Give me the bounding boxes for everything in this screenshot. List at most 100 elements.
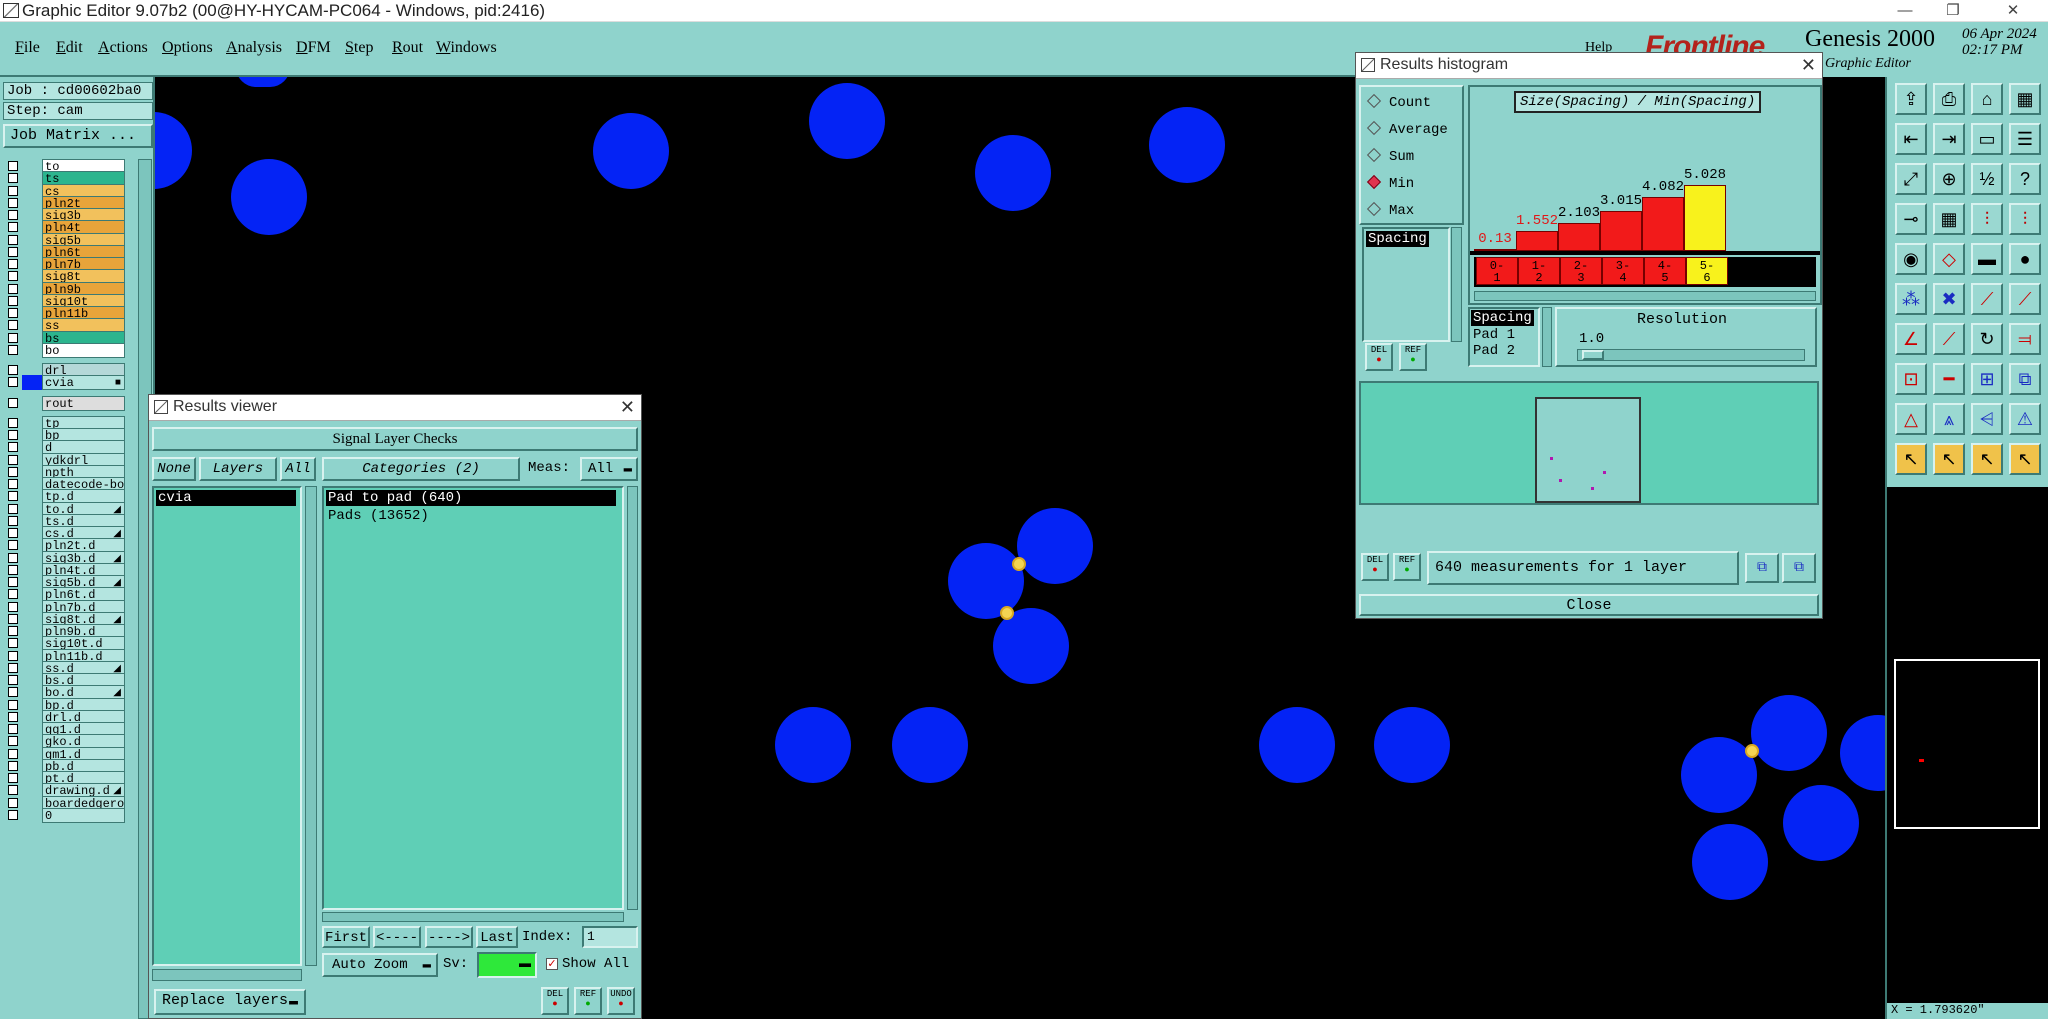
rotate-icon[interactable]: ↻ bbox=[1971, 323, 2003, 355]
layer-checkbox[interactable] bbox=[8, 760, 18, 771]
layer-checkbox[interactable] bbox=[8, 173, 18, 184]
layer-name[interactable]: rout bbox=[42, 395, 125, 411]
layer-checkbox[interactable] bbox=[8, 613, 18, 624]
layer-checkbox[interactable] bbox=[8, 515, 18, 526]
menu-analysis[interactable]: Analysis bbox=[226, 39, 282, 57]
layer-color-swatch[interactable] bbox=[22, 395, 42, 411]
layer-checkbox[interactable] bbox=[8, 259, 18, 269]
panel-icon[interactable]: ▭ bbox=[1971, 123, 2003, 155]
ref-button[interactable]: REF ● bbox=[1399, 343, 1427, 371]
measure-icon[interactable]: ⊸ bbox=[1895, 203, 1927, 235]
help-icon[interactable]: ? bbox=[2009, 163, 2041, 195]
layer-checkbox[interactable] bbox=[8, 442, 18, 453]
job-matrix-button[interactable]: Job Matrix ... bbox=[3, 124, 153, 148]
layer-checkbox[interactable] bbox=[8, 365, 18, 375]
layer-checkbox[interactable] bbox=[8, 417, 18, 428]
layer-list-scrollbar[interactable] bbox=[1451, 227, 1462, 342]
minimize-icon[interactable]: — bbox=[1882, 0, 1928, 22]
connect-icon[interactable]: ⟋ bbox=[1971, 283, 2003, 315]
layer-checkbox[interactable] bbox=[8, 397, 18, 408]
shape-icon[interactable]: ◇ bbox=[1933, 243, 1965, 275]
layers-button[interactable]: Layers bbox=[199, 457, 277, 481]
attribute-list[interactable]: Spacing Pad 1 Pad 2 bbox=[1468, 307, 1540, 367]
select-box-icon[interactable]: ↖ bbox=[1971, 443, 2003, 475]
copy-icon[interactable]: ⧉ bbox=[2009, 363, 2041, 395]
box-icon[interactable]: ⊞ bbox=[1971, 363, 2003, 395]
layer-checkbox[interactable] bbox=[8, 736, 18, 747]
histogram-bar[interactable] bbox=[1600, 211, 1642, 251]
layer-checkbox[interactable] bbox=[8, 491, 18, 502]
node-icon[interactable]: ⁂ bbox=[1895, 283, 1927, 315]
min-option[interactable]: Min bbox=[1366, 174, 1414, 192]
index-input[interactable]: 1 bbox=[582, 926, 638, 948]
layer-checkbox[interactable] bbox=[8, 748, 18, 759]
del-button[interactable]: DEL ● bbox=[541, 987, 569, 1015]
layer-checkbox[interactable] bbox=[8, 308, 18, 318]
list-item[interactable]: Pad 2 bbox=[1470, 343, 1538, 359]
zoom-dropdown[interactable]: Auto Zoom ▬ bbox=[322, 953, 438, 977]
undo-button[interactable]: UNDO ● bbox=[607, 987, 635, 1015]
layer-checkbox[interactable] bbox=[8, 283, 18, 294]
sv-color-dropdown[interactable]: ▬ bbox=[477, 952, 537, 978]
menu-windows[interactable]: Windows bbox=[436, 39, 497, 57]
histogram-bar[interactable] bbox=[1642, 197, 1684, 251]
gate-icon[interactable]: ⩤ bbox=[1971, 403, 2003, 435]
close-icon[interactable]: ✕ bbox=[1801, 53, 1816, 77]
layer-checkbox[interactable] bbox=[8, 785, 18, 796]
overview-window[interactable] bbox=[1894, 659, 2040, 829]
export-icon[interactable]: ⇥ bbox=[1933, 123, 1965, 155]
sum-option[interactable]: Sum bbox=[1366, 147, 1414, 165]
layout-icon[interactable]: ▦ bbox=[2009, 83, 2041, 115]
arrow-up-icon[interactable]: ⩓ bbox=[1933, 403, 1965, 435]
ref-button[interactable]: REF ● bbox=[1393, 553, 1421, 581]
layer-checkbox[interactable] bbox=[8, 675, 18, 685]
histogram-category-label[interactable]: 3- 4 bbox=[1602, 257, 1644, 285]
first-button[interactable]: First bbox=[322, 926, 370, 948]
layer-checkbox[interactable] bbox=[8, 687, 18, 698]
layer-checkbox[interactable] bbox=[8, 197, 18, 208]
move-icon[interactable]: ⊡ bbox=[1895, 363, 1927, 395]
angle-icon[interactable]: ∠ bbox=[1895, 323, 1927, 355]
layer-checkbox[interactable] bbox=[8, 711, 18, 722]
layer-checkbox[interactable] bbox=[8, 503, 18, 514]
histogram-bar[interactable] bbox=[1558, 223, 1600, 251]
scale-icon[interactable]: ½ bbox=[1971, 163, 2003, 195]
list-item[interactable]: Pad 1 bbox=[1470, 327, 1538, 343]
layer-row[interactable]: bo bbox=[2, 342, 125, 358]
menu-dfm[interactable]: DFM bbox=[296, 39, 331, 57]
fit-icon[interactable]: ⤢ bbox=[1895, 163, 1927, 195]
layer-checkbox[interactable] bbox=[8, 773, 18, 783]
layer-checkbox[interactable] bbox=[8, 699, 18, 710]
layer-color-swatch[interactable] bbox=[22, 807, 42, 823]
import-icon[interactable]: ⇤ bbox=[1895, 123, 1927, 155]
spacing-violation-marker[interactable] bbox=[1012, 557, 1026, 571]
layer-checkbox[interactable] bbox=[8, 552, 18, 563]
layer-checkbox[interactable] bbox=[8, 650, 18, 661]
layer-checkbox[interactable] bbox=[8, 344, 18, 355]
layer-checkbox[interactable] bbox=[8, 222, 18, 233]
attribute-scrollbar[interactable] bbox=[1542, 307, 1552, 367]
close-icon[interactable]: ✕ bbox=[620, 395, 635, 419]
align-icon[interactable]: ⫶ bbox=[2009, 203, 2041, 235]
category-results-list[interactable]: Pad to pad (640) Pads (13652) bbox=[322, 486, 624, 910]
warning-icon[interactable]: ⚠ bbox=[2009, 403, 2041, 435]
layer-color-swatch[interactable] bbox=[22, 375, 42, 391]
layer-row[interactable]: rout bbox=[2, 395, 125, 411]
layer-checkbox[interactable] bbox=[8, 161, 18, 171]
ref-button[interactable]: REF ● bbox=[574, 987, 602, 1015]
hatch-icon[interactable]: ☰ bbox=[2009, 123, 2041, 155]
layer-checkbox[interactable] bbox=[8, 210, 18, 220]
list-item[interactable]: Pads (13652) bbox=[326, 508, 620, 524]
triangle-icon[interactable]: △ bbox=[1895, 403, 1927, 435]
cross-icon[interactable]: ✖ bbox=[1933, 283, 1965, 315]
layer-checkbox[interactable] bbox=[8, 540, 18, 551]
menu-options[interactable]: Options bbox=[162, 39, 213, 57]
menu-file[interactable]: File bbox=[15, 39, 40, 57]
none-button[interactable]: None bbox=[152, 457, 196, 481]
list-item[interactable]: cvia bbox=[156, 490, 296, 506]
select-icon[interactable]: ↖ bbox=[1895, 443, 1927, 475]
grid-icon[interactable]: ▦ bbox=[1933, 203, 1965, 235]
del-button[interactable]: DEL ● bbox=[1365, 343, 1393, 371]
layer-checkbox[interactable] bbox=[8, 601, 18, 612]
save-icon[interactable]: ⇪ bbox=[1895, 83, 1927, 115]
